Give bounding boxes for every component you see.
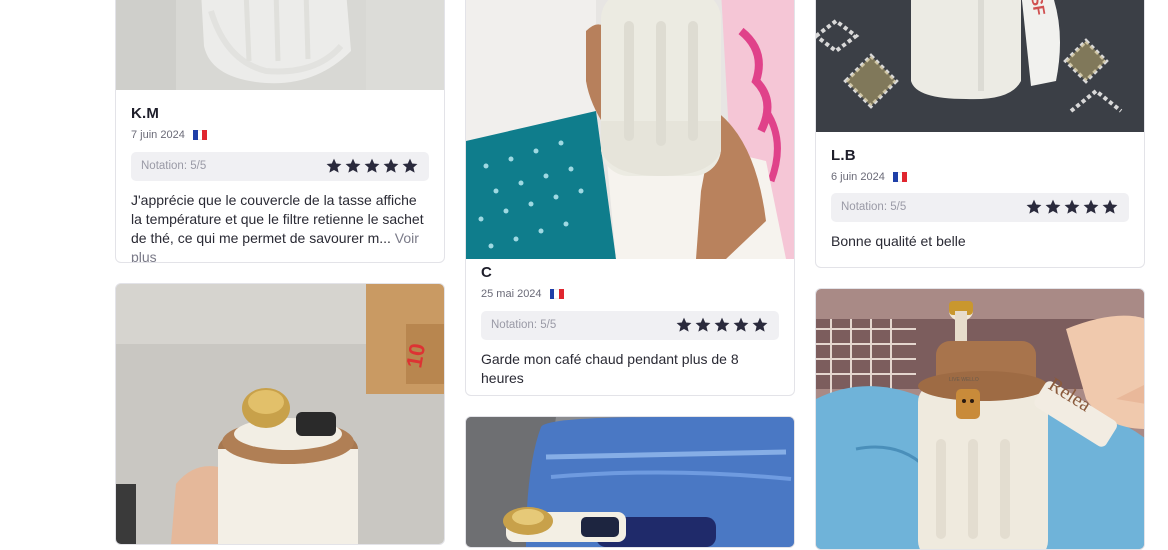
star-icon (1082, 198, 1100, 216)
france-flag-icon (549, 289, 564, 299)
review-card-photo-3[interactable]: LIVE WELLO Relea (815, 288, 1145, 550)
rating-box: Notation: 5/5 (481, 311, 779, 340)
review-text: Bonne qualité et belle (831, 233, 966, 249)
star-icon (675, 316, 693, 334)
review-card-photo-1[interactable]: 10 (115, 283, 445, 545)
star-rating (1025, 198, 1119, 216)
rating-box: Notation: 5/5 (131, 152, 429, 181)
review-photo[interactable]: LIVE WELLO Relea (816, 289, 1144, 549)
review-photo[interactable]: 10 (116, 284, 444, 544)
review-photo[interactable] (116, 0, 444, 90)
star-icon (1063, 198, 1081, 216)
review-meta: 7 juin 2024 (131, 129, 207, 141)
review-card-km[interactable]: K.M 7 juin 2024 Notation: 5/5 J'apprécie… (115, 0, 445, 263)
star-icon (713, 316, 731, 334)
review-photo[interactable]: SF (816, 0, 1144, 132)
rating-box: Notation: 5/5 (831, 193, 1129, 222)
review-text: J'apprécie que le couvercle de la tasse … (131, 191, 431, 262)
star-icon (1044, 198, 1062, 216)
review-photo[interactable] (466, 417, 794, 547)
france-flag-icon (892, 172, 907, 182)
star-icon (382, 157, 400, 175)
review-date: 25 mai 2024 (481, 288, 542, 300)
star-rating (325, 157, 419, 175)
star-icon (732, 316, 750, 334)
photo-small-text: LIVE WELLO (949, 377, 979, 383)
review-date: 7 juin 2024 (131, 129, 185, 141)
star-icon (751, 316, 769, 334)
rating-label: Notation: 5/5 (491, 319, 557, 331)
rating-label: Notation: 5/5 (841, 201, 907, 213)
star-icon (363, 157, 381, 175)
review-meta: 6 juin 2024 (831, 171, 907, 183)
rating-label: Notation: 5/5 (141, 160, 207, 172)
review-photo[interactable] (466, 0, 794, 259)
france-flag-icon (192, 130, 207, 140)
star-icon (325, 157, 343, 175)
reviewer-name: K.M (131, 105, 160, 122)
reviewer-name: C (481, 264, 493, 281)
review-text-body: J'apprécie que le couvercle de la tasse … (131, 192, 424, 246)
reviewer-name: L.B (831, 147, 856, 164)
review-card-c[interactable]: C 25 mai 2024 Notation: 5/5 Garde mon ca… (465, 0, 795, 396)
review-card-photo-2[interactable] (465, 416, 795, 548)
star-rating (675, 316, 769, 334)
star-icon (344, 157, 362, 175)
star-icon (1101, 198, 1119, 216)
review-meta: 25 mai 2024 (481, 288, 564, 300)
svg-text:10: 10 (401, 341, 430, 369)
review-date: 6 juin 2024 (831, 171, 885, 183)
star-icon (694, 316, 712, 334)
star-icon (1025, 198, 1043, 216)
review-card-lb[interactable]: SF L.B 6 juin 2024 Notation: 5/5 Bonne q… (815, 0, 1145, 268)
review-text: Garde mon café chaud pendant plus de 8 h… (481, 351, 739, 386)
star-icon (401, 157, 419, 175)
